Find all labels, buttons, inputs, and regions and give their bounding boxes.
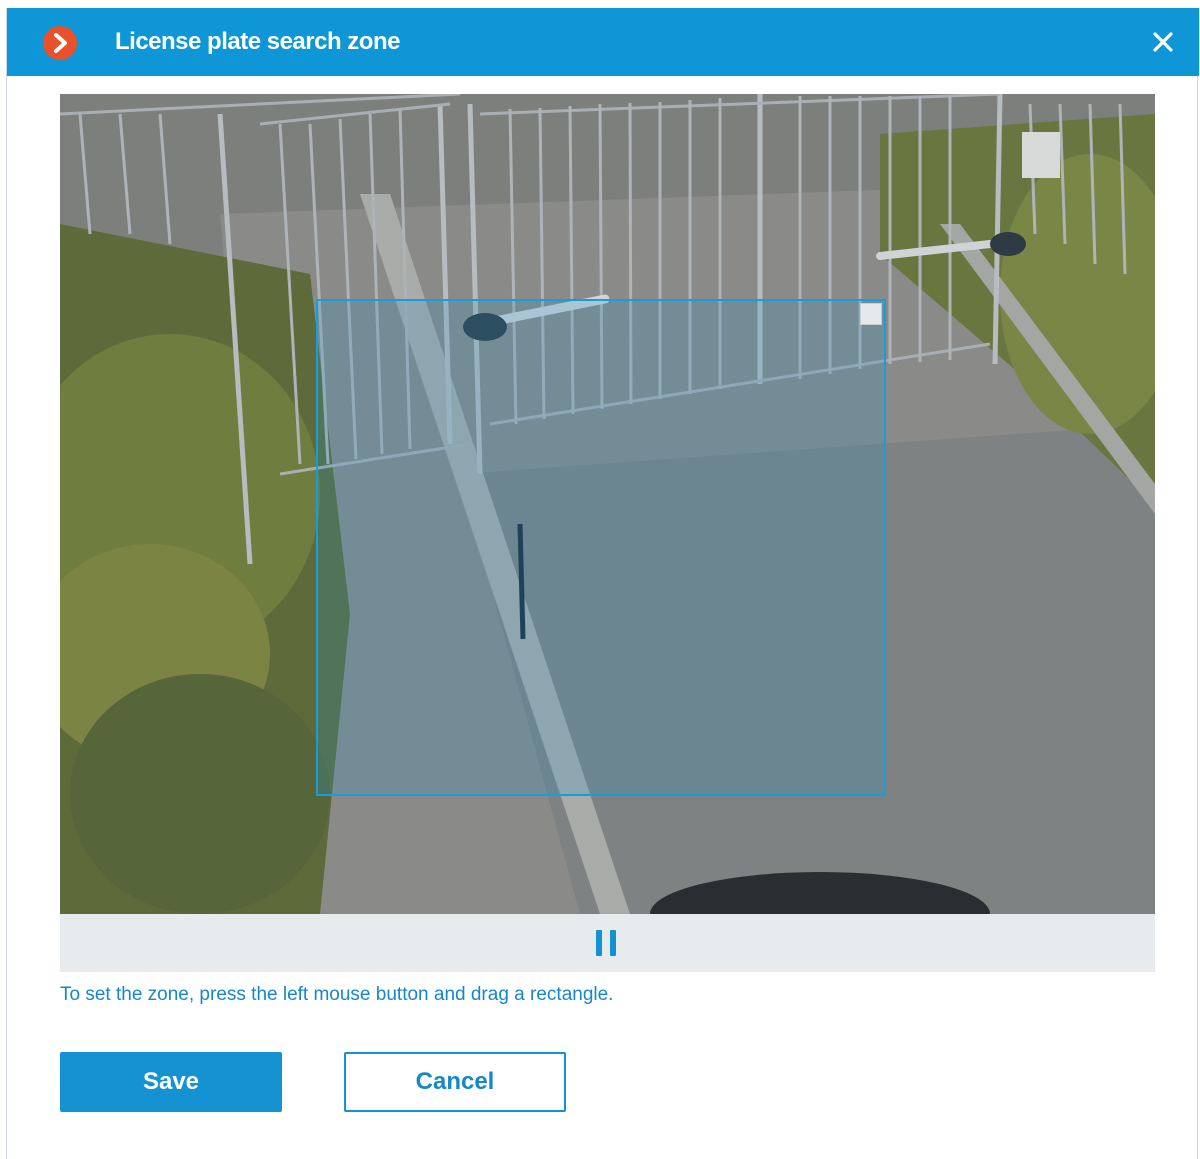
playback-control-bar: [60, 914, 1155, 972]
zone-resize-handle[interactable]: [860, 303, 882, 325]
license-plate-zone-dialog: License plate search zone To set the zon…: [6, 8, 1199, 1159]
save-button[interactable]: Save: [60, 1052, 282, 1112]
close-icon[interactable]: [1149, 28, 1177, 56]
dialog-title: License plate search zone: [115, 28, 400, 55]
search-zone-rectangle[interactable]: [316, 299, 886, 796]
pause-icon[interactable]: [594, 930, 620, 960]
chevron-right-icon: [43, 26, 77, 60]
title-bar: License plate search zone: [7, 8, 1199, 76]
zone-hint-text: To set the zone, press the left mouse bu…: [60, 984, 614, 1005]
cancel-button[interactable]: Cancel: [344, 1052, 566, 1112]
camera-video-frame[interactable]: [60, 94, 1155, 914]
